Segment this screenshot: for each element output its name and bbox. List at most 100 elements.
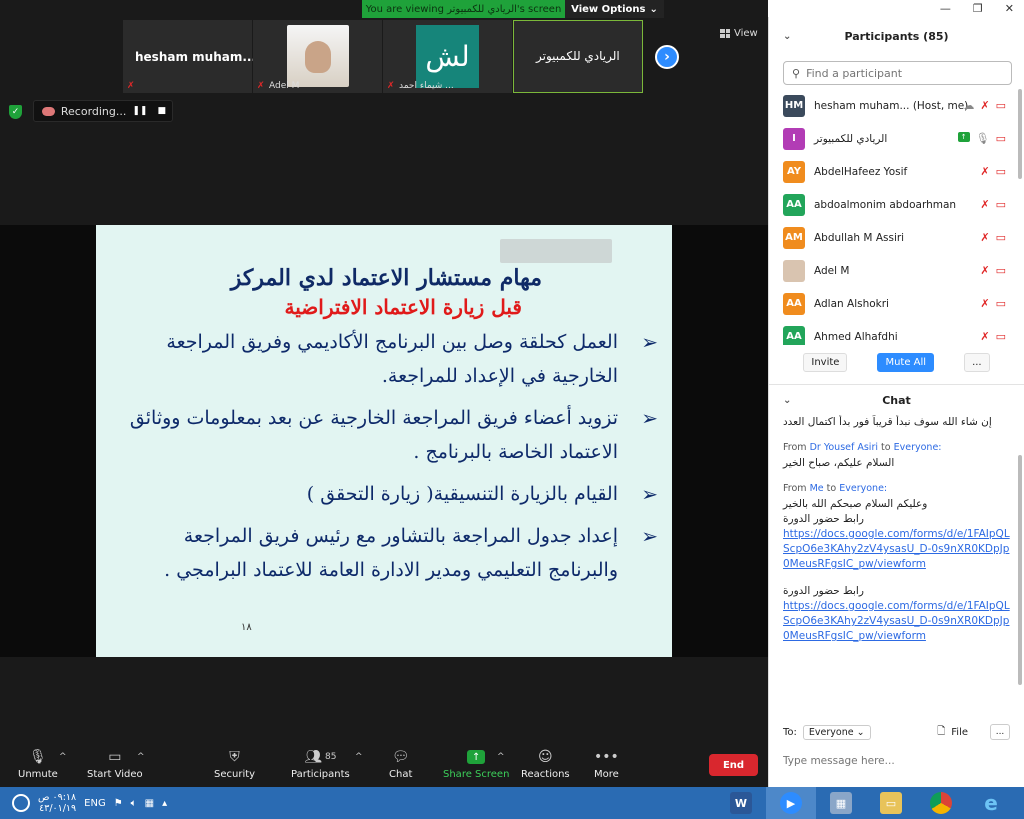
side-panel: ⌄ Participants (85) ⚲ HM hesham muham...… [768,17,1024,787]
participant-name: الريادي للكمبيوتر [814,132,888,145]
slide-bullets: ➢ العمل كحلقة وصل بين البرنامج الأكاديمي … [118,325,658,595]
network-icon[interactable]: ▦ [145,798,154,809]
taskbar-chrome[interactable] [916,787,966,819]
taskbar-zoom[interactable]: ▶ [766,787,816,819]
mic-muted-icon: ✗ [980,330,990,343]
folder-icon: ▭ [880,792,902,814]
grid-icon [720,29,730,38]
taskbar-ie[interactable]: e [966,787,1016,819]
video-tile-shaimaa[interactable]: لش ✗ شيماء احمد ... [383,20,513,93]
participant-row[interactable]: AA abdoalmonim abdoarhman ✗ ▭ [769,188,1024,221]
tile-caption: شيماء احمد ... [399,81,454,91]
minimize-icon[interactable]: — [940,2,951,15]
slide-bullet: ➢ العمل كحلقة وصل بين البرنامج الأكاديمي … [118,325,658,393]
more-icon: ••• [594,749,619,765]
chat-link[interactable]: https://docs.google.com/forms/d/e/1FAIpQ… [783,527,1010,572]
slide-subtitle: قبل زيارة الاعتماد الافتراضية [284,295,522,319]
message-input[interactable] [783,755,1003,767]
chat-button[interactable]: 💬︎ Chat [389,748,412,780]
mic-muted-icon: ✗ [387,81,395,91]
mic-muted-icon: ✗ [980,297,990,310]
pause-icon[interactable]: ❚❚ [132,106,147,116]
audio-options-caret[interactable]: ^ [59,752,67,762]
participant-row[interactable]: AY AbdelHafeez Yosif ✗ ▭ [769,155,1024,188]
invite-button[interactable]: Invite [803,353,848,372]
video-off-icon: ▭ [995,264,1006,277]
view-label: View [734,28,758,39]
share-options-caret[interactable]: ^ [497,752,505,762]
shield-icon: ⛨ [229,749,240,765]
file-button[interactable]: 🗋︎ File [937,724,968,741]
participant-name: AbdelHafeez Yosif [814,165,908,178]
chevron-up-icon[interactable]: ▴ [162,798,167,809]
taskbar-explorer[interactable]: ▭ [866,787,916,819]
taskbar-calculator[interactable]: ▦ [816,787,866,819]
participant-row[interactable]: AA Adlan Alshokri ✗ ▭ [769,287,1024,320]
mute-all-button[interactable]: Mute All [877,353,935,372]
stop-icon[interactable]: ■ [157,106,166,116]
chrome-icon [930,792,952,814]
restore-icon[interactable]: ❐ [973,2,983,15]
brightness-icon[interactable] [12,794,30,812]
next-page-button[interactable]: › [655,45,679,69]
participant-row[interactable]: AM Abdullah M Assiri ✗ ▭ [769,221,1024,254]
recording-label: Recording... [60,104,127,118]
more-options-button[interactable]: ... [964,353,990,372]
taskbar-word[interactable]: W [716,787,766,819]
collapse-chevron-icon[interactable]: ⌄ [783,395,791,406]
video-tile-adel[interactable]: ✗ Adel M [253,20,383,93]
security-button[interactable]: ⛨ Security [214,748,255,780]
reactions-label: Reactions [521,769,570,780]
flag-icon[interactable]: ⚑ [114,798,123,809]
video-options-caret[interactable]: ^ [137,752,145,762]
message-text: إن شاء الله سوف نبدأ قريباً فور بدأ اكتم… [783,416,992,428]
slide-bullet: ➢ إعداد جدول المراجعة بالتشاور مع رئيس فر… [118,519,658,587]
participant-row[interactable]: HM hesham muham... (Host, me) ☁ ✗ ▭ [769,89,1024,122]
mic-muted-icon: ✗ [980,99,990,112]
meeting-area: You are viewing الريادي للكمبيوتر's scre… [0,0,768,787]
start-video-button[interactable]: ▭ Start Video [87,748,143,780]
mic-muted-icon: ✗ [980,198,990,211]
participant-row[interactable]: I الريادي للكمبيوتر ↑ 🎙︎ ▭ [769,122,1024,155]
clock[interactable]: ٠٩:١٨ ص ٤٣/٠١/١٩ [38,792,76,814]
view-button[interactable]: View [720,28,758,39]
participant-row[interactable]: Adel M ✗ ▭ [769,254,1024,287]
video-tile-alriyadi[interactable]: الريادي للكمبيوتر [513,20,643,93]
chat-scrollbar[interactable] [1018,455,1022,685]
chat-link[interactable]: https://docs.google.com/forms/d/e/1FAIpQ… [783,599,1010,644]
close-icon[interactable]: ✕ [1004,2,1014,15]
slide-bullet: ➢ تزويد أعضاء فريق المراجعة الخارجية عن ب… [118,401,658,469]
collapse-chevron-icon[interactable]: ⌄ [783,31,791,42]
shield-icon[interactable]: ✓ [9,105,22,119]
language-indicator[interactable]: ENG [84,798,106,809]
unmute-button[interactable]: 🎙︎ Unmute [18,748,58,780]
view-options-button[interactable]: View Options ⌄ [565,0,664,18]
participants-scrollbar[interactable] [1018,89,1022,179]
participants-options-caret[interactable]: ^ [355,752,363,762]
end-button[interactable]: End [709,754,758,776]
arrow-bullet-icon: ➢ [641,482,658,506]
chat-message: From Me to Everyone: وعليكم السلام صبحكم… [783,483,1010,572]
video-off-icon: ▭ [995,330,1006,343]
viewing-bar: You are viewing الريادي للكمبيوتر's scre… [362,0,664,18]
volume-icon[interactable]: 🔈︎ [131,798,137,809]
chat-title: Chat [882,393,911,407]
chevron-down-icon: ⌄ [649,3,658,15]
search-input[interactable] [806,66,997,80]
participant-row[interactable]: AA Ahmed Alhafdhi ✗ ▭ [769,320,1024,345]
message-text: وعليكم السلام صبحكم الله بالخير [783,498,928,510]
chat-message: إن شاء الله سوف نبدأ قريباً فور بدأ اكتم… [783,415,1010,430]
avatar: AA [783,193,805,216]
participants-list: HM hesham muham... (Host, me) ☁ ✗ ▭ I الري… [769,89,1024,345]
recipient-select[interactable]: Everyone ⌄ [802,724,871,740]
slide-title: مهام مستشار الاعتماد لدي المركز [230,265,542,291]
reactions-button[interactable]: ☺ Reactions [521,748,570,780]
video-tile-hesham[interactable]: hesham muham... ✗ [123,20,256,93]
message-text: رابط حضور الدورة [783,585,864,597]
viewing-status: You are viewing الريادي للكمبيوتر's scre… [362,0,565,18]
participant-search[interactable]: ⚲ [783,61,1012,85]
chat-more-button[interactable]: ... [990,724,1010,740]
to-label: To: [783,726,797,738]
participants-button[interactable]: 👥︎ 85 Participants [291,748,350,780]
more-button[interactable]: ••• More [594,748,619,780]
